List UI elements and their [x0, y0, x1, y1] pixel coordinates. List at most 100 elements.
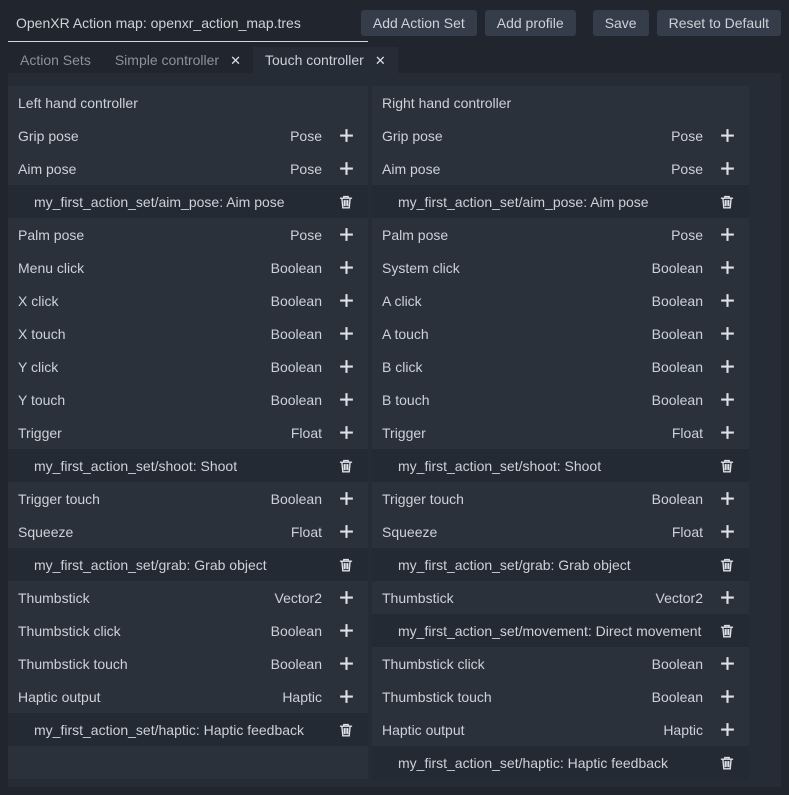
plus-icon	[338, 391, 355, 408]
add-binding-button[interactable]	[715, 256, 739, 280]
topbar-buttons: Add Action Set Add profile Save Reset to De…	[361, 10, 781, 36]
add-binding-button[interactable]	[715, 487, 739, 511]
action-row-b-touch: B touch Boolean	[372, 383, 749, 416]
action-type: Vector2	[275, 590, 322, 606]
add-binding-button[interactable]	[715, 157, 739, 181]
action-row-menu-click: Menu click Boolean	[8, 251, 368, 284]
tab-touch-controller[interactable]: Touch controller ✕	[253, 47, 398, 73]
action-type: Pose	[290, 161, 322, 177]
plus-icon	[719, 259, 736, 276]
add-binding-button[interactable]	[334, 157, 358, 181]
add-binding-button[interactable]	[334, 520, 358, 544]
action-name: A touch	[382, 326, 652, 342]
plus-icon	[719, 655, 736, 672]
delete-binding-button[interactable]	[715, 619, 739, 643]
page-title: OpenXR Action map: openxr_action_map.tre…	[16, 15, 361, 31]
tab-simple-controller[interactable]: Simple controller ✕	[103, 47, 253, 73]
tab-action-sets[interactable]: Action Sets	[8, 47, 103, 73]
action-type: Boolean	[271, 326, 322, 342]
action-name: Thumbstick	[18, 590, 275, 606]
delete-binding-button[interactable]	[334, 190, 358, 214]
action-name: Squeeze	[382, 524, 672, 540]
action-name: Trigger	[18, 425, 291, 441]
action-row-squeeze: Squeeze Float	[372, 515, 749, 548]
add-binding-button[interactable]	[715, 718, 739, 742]
binding-label: my_first_action_set/aim_pose: Aim pose	[398, 194, 715, 210]
add-binding-button[interactable]	[334, 388, 358, 412]
plus-icon	[338, 127, 355, 144]
action-type: Float	[672, 425, 703, 441]
trash-icon	[338, 722, 354, 738]
plus-icon	[719, 127, 736, 144]
action-name: Menu click	[18, 260, 271, 276]
action-type: Boolean	[652, 491, 703, 507]
plus-icon	[719, 721, 736, 738]
trash-icon	[719, 623, 735, 639]
trash-icon	[338, 458, 354, 474]
add-binding-button[interactable]	[334, 619, 358, 643]
add-binding-button[interactable]	[334, 289, 358, 313]
delete-binding-button[interactable]	[715, 553, 739, 577]
add-binding-button[interactable]	[715, 124, 739, 148]
add-binding-button[interactable]	[715, 685, 739, 709]
add-binding-button[interactable]	[334, 652, 358, 676]
add-binding-button[interactable]	[715, 652, 739, 676]
action-type: Float	[291, 524, 322, 540]
binding-row: my_first_action_set/haptic: Haptic feedb…	[8, 713, 368, 746]
action-type: Pose	[671, 227, 703, 243]
action-type: Boolean	[652, 260, 703, 276]
add-binding-button[interactable]	[334, 256, 358, 280]
delete-binding-button[interactable]	[715, 751, 739, 775]
add-binding-button[interactable]	[334, 487, 358, 511]
delete-binding-button[interactable]	[715, 454, 739, 478]
add-binding-button[interactable]	[334, 421, 358, 445]
action-name: Thumbstick touch	[382, 689, 652, 705]
add-binding-button[interactable]	[334, 685, 358, 709]
add-binding-button[interactable]	[715, 355, 739, 379]
panel-title: Right hand controller	[382, 95, 511, 111]
action-type: Boolean	[271, 623, 322, 639]
add-binding-button[interactable]	[334, 223, 358, 247]
add-binding-button[interactable]	[715, 421, 739, 445]
tab-label: Action Sets	[20, 52, 91, 68]
action-row-system-click: System click Boolean	[372, 251, 749, 284]
plus-icon	[719, 160, 736, 177]
add-binding-button[interactable]	[715, 322, 739, 346]
action-row-thumbstick-click: Thumbstick click Boolean	[8, 614, 368, 647]
close-icon[interactable]: ✕	[375, 54, 386, 67]
action-row-x-click: X click Boolean	[8, 284, 368, 317]
add-binding-button[interactable]	[715, 520, 739, 544]
delete-binding-button[interactable]	[334, 718, 358, 742]
add-binding-button[interactable]	[715, 586, 739, 610]
action-name: Palm pose	[18, 227, 290, 243]
trash-icon	[338, 194, 354, 210]
topbar-button-add-action-set[interactable]: Add Action Set	[361, 10, 477, 36]
topbar-button-reset-to-default[interactable]: Reset to Default	[657, 10, 781, 36]
controller-panel-right-hand-controller: Right hand controller Grip pose Pose Aim…	[372, 86, 749, 779]
add-binding-button[interactable]	[715, 289, 739, 313]
binding-row: my_first_action_set/aim_pose: Aim pose	[372, 185, 749, 218]
add-binding-button[interactable]	[334, 586, 358, 610]
add-binding-button[interactable]	[715, 223, 739, 247]
close-icon[interactable]: ✕	[230, 54, 241, 67]
action-row-trigger: Trigger Float	[372, 416, 749, 449]
add-binding-button[interactable]	[334, 322, 358, 346]
delete-binding-button[interactable]	[334, 454, 358, 478]
add-binding-button[interactable]	[715, 388, 739, 412]
openxr-action-map-editor: OpenXR Action map: openxr_action_map.tre…	[0, 0, 789, 787]
add-binding-button[interactable]	[334, 355, 358, 379]
add-binding-button[interactable]	[334, 124, 358, 148]
delete-binding-button[interactable]	[334, 553, 358, 577]
action-row-grip-pose: Grip pose Pose	[8, 119, 368, 152]
plus-icon	[338, 160, 355, 177]
binding-row: my_first_action_set/grab: Grab object	[372, 548, 749, 581]
action-row-thumbstick: Thumbstick Vector2	[372, 581, 749, 614]
action-type: Boolean	[652, 656, 703, 672]
topbar-button-add-profile[interactable]: Add profile	[485, 10, 576, 36]
topbar-button-save[interactable]: Save	[593, 10, 649, 36]
action-name: Thumbstick click	[18, 623, 271, 639]
plus-icon	[719, 688, 736, 705]
action-type: Boolean	[271, 260, 322, 276]
delete-binding-button[interactable]	[715, 190, 739, 214]
plus-icon	[338, 226, 355, 243]
